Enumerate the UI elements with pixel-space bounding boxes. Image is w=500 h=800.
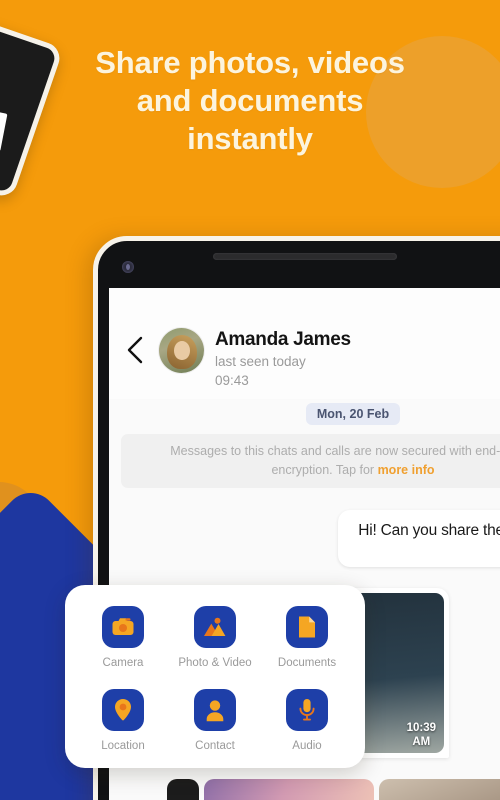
date-divider-row: Mon, 20 Feb [109,399,500,434]
document-icon [286,606,328,648]
camera-icon [102,606,144,648]
attachment-label: Documents [277,657,337,669]
image-meridiem: AM [412,736,431,748]
back-chevron-icon[interactable] [126,324,148,369]
encryption-notice-text: Messages to this chats and calls are now… [170,444,500,477]
contact-name[interactable]: Amanda James [215,329,500,351]
more-info-link[interactable]: more info [378,463,435,477]
earpiece-speaker [213,253,397,260]
message-bubble-outgoing[interactable]: Hi! Can you share the pics? 10:39 AM [338,510,500,567]
encryption-notice-wrap: Messages to this chats and calls are now… [109,434,500,488]
attachment-label: Contact [195,740,235,752]
promo-headline: Share photos, videos and documents insta… [0,44,500,158]
photo-strip [109,779,500,800]
status-bar: 9 [109,288,500,318]
image-message-time: 10:39 AM [407,721,436,749]
image-time: 10:39 [406,722,436,734]
attachment-option-photo-video[interactable]: Photo & Video [169,606,261,669]
attachment-option-audio[interactable]: Audio [261,689,353,752]
headline-line-2: and documents [136,83,364,118]
microphone-icon [286,689,328,731]
image-icon [194,606,236,648]
headline-line-1: Share photos, videos [95,45,405,80]
promo-screenshot: Share photos, videos and documents insta… [0,0,500,800]
photo-thumb-3[interactable] [379,779,500,800]
attachment-option-documents[interactable]: Documents [261,606,353,669]
message-text: Hi! Can you share the pics? [358,522,500,539]
attachment-option-location[interactable]: Location [77,689,169,752]
encryption-notice[interactable]: Messages to this chats and calls are now… [121,434,500,488]
photo-thumb-1[interactable] [167,779,199,800]
attachment-label: Camera [102,657,144,669]
front-camera-icon [122,261,134,273]
attachment-grid: Camera Photo & Video Documents Location … [77,606,353,752]
attachment-label: Location [101,740,145,752]
date-chip: Mon, 20 Feb [305,403,401,425]
chat-header-text: Amanda James last seen today 09:43 [215,324,500,389]
contact-status-time: 09:43 [215,373,249,388]
attachment-option-camera[interactable]: Camera [77,606,169,669]
contact-status: last seen today [215,354,306,369]
person-icon [194,689,236,731]
attachment-panel: Camera Photo & Video Documents Location … [65,585,365,768]
attachment-label: Photo & Video [178,657,252,669]
attachment-option-contact[interactable]: Contact [169,689,261,752]
photo-thumb-2[interactable] [204,779,374,800]
message-row-outgoing: Hi! Can you share the pics? 10:39 AM [109,488,500,567]
attachment-label: Audio [292,740,322,752]
chat-header: Amanda James last seen today 09:43 [109,318,500,399]
avatar[interactable] [159,328,204,373]
avatar-face [174,341,190,360]
headline-line-3: instantly [187,121,313,156]
location-pin-icon [102,689,144,731]
